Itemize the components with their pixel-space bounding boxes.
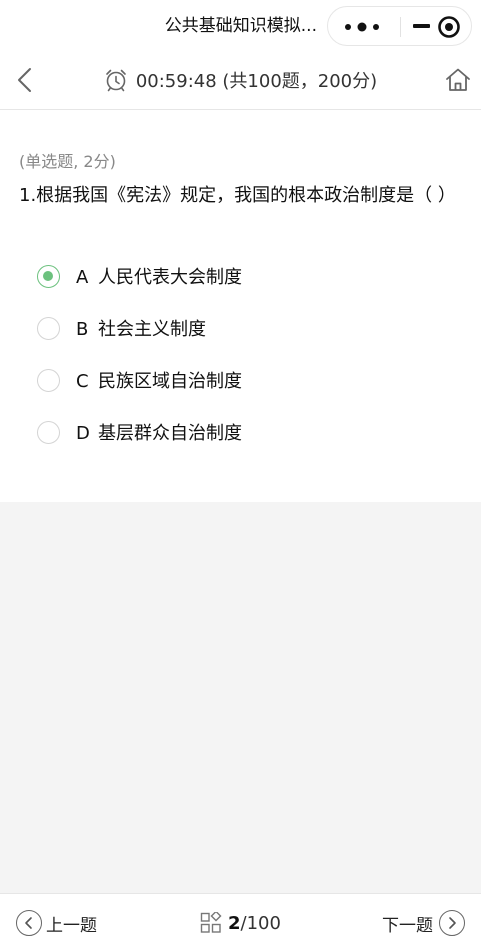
timer-text: 00:59:48 (共100题，200分)	[135, 71, 378, 92]
timer-group: 00:59:48 (共100题，200分)	[0, 52, 481, 108]
exam-page: 公共基础知识模拟... 00:59:48 (共100题，200分) (单选题, …	[0, 0, 481, 947]
next-label: 下一题	[382, 915, 433, 936]
option-text: 社会主义制度	[98, 319, 206, 340]
minimize-icon	[413, 24, 430, 28]
chevron-left-icon	[18, 68, 31, 92]
more-button[interactable]	[328, 7, 400, 45]
chevron-right-circle-icon	[439, 910, 465, 936]
option-letter: B	[76, 319, 89, 340]
radio-icon	[37, 421, 60, 444]
alarm-clock-icon	[106, 69, 126, 92]
radio-icon	[37, 369, 60, 392]
radio-icon	[37, 265, 60, 288]
home-button[interactable]	[444, 66, 472, 94]
option-b[interactable]: B 社会主义制度	[0, 309, 481, 349]
back-button[interactable]	[12, 64, 40, 96]
target-icon	[438, 16, 460, 38]
app-title: 公共基础知识模拟...	[164, 16, 317, 36]
option-letter: A	[76, 267, 89, 288]
home-icon	[446, 68, 470, 91]
prev-label: 上一题	[46, 915, 97, 936]
more-dots-icon	[345, 22, 379, 32]
radio-icon	[37, 317, 60, 340]
prev-question-button[interactable]: 上一题	[16, 908, 97, 938]
total-questions: /100	[240, 912, 281, 934]
mini-program-titlebar: 公共基础知识模拟...	[0, 0, 481, 52]
question-counter[interactable]: 2 /100	[200, 908, 281, 938]
option-c[interactable]: C 民族区域自治制度	[0, 361, 481, 401]
next-question-button[interactable]: 下一题	[382, 908, 465, 938]
option-d[interactable]: D 基层群众自治制度	[0, 413, 481, 453]
close-button[interactable]	[401, 7, 471, 45]
option-letter: C	[76, 371, 89, 392]
question-card: (单选题, 2分) 1.根据我国《宪法》规定，我国的根本政治制度是（ ） A 人…	[0, 110, 481, 502]
exam-header: 00:59:48 (共100题，200分)	[0, 52, 481, 110]
option-text: 民族区域自治制度	[98, 371, 242, 392]
current-question-number: 2	[228, 912, 241, 934]
option-text: 人民代表大会制度	[98, 267, 242, 288]
question-footer: 上一题 2 /100 下一题	[0, 893, 481, 947]
answer-sheet-grid-icon	[200, 912, 222, 933]
question-type: (单选题, 2分)	[19, 152, 116, 171]
option-letter: D	[76, 423, 90, 444]
chevron-left-circle-icon	[16, 910, 42, 936]
option-a[interactable]: A 人民代表大会制度	[0, 257, 481, 297]
option-text: 基层群众自治制度	[98, 423, 242, 444]
question-stem: 1.根据我国《宪法》规定，我国的根本政治制度是（ ）	[19, 185, 456, 206]
capsule-menu	[327, 6, 472, 46]
